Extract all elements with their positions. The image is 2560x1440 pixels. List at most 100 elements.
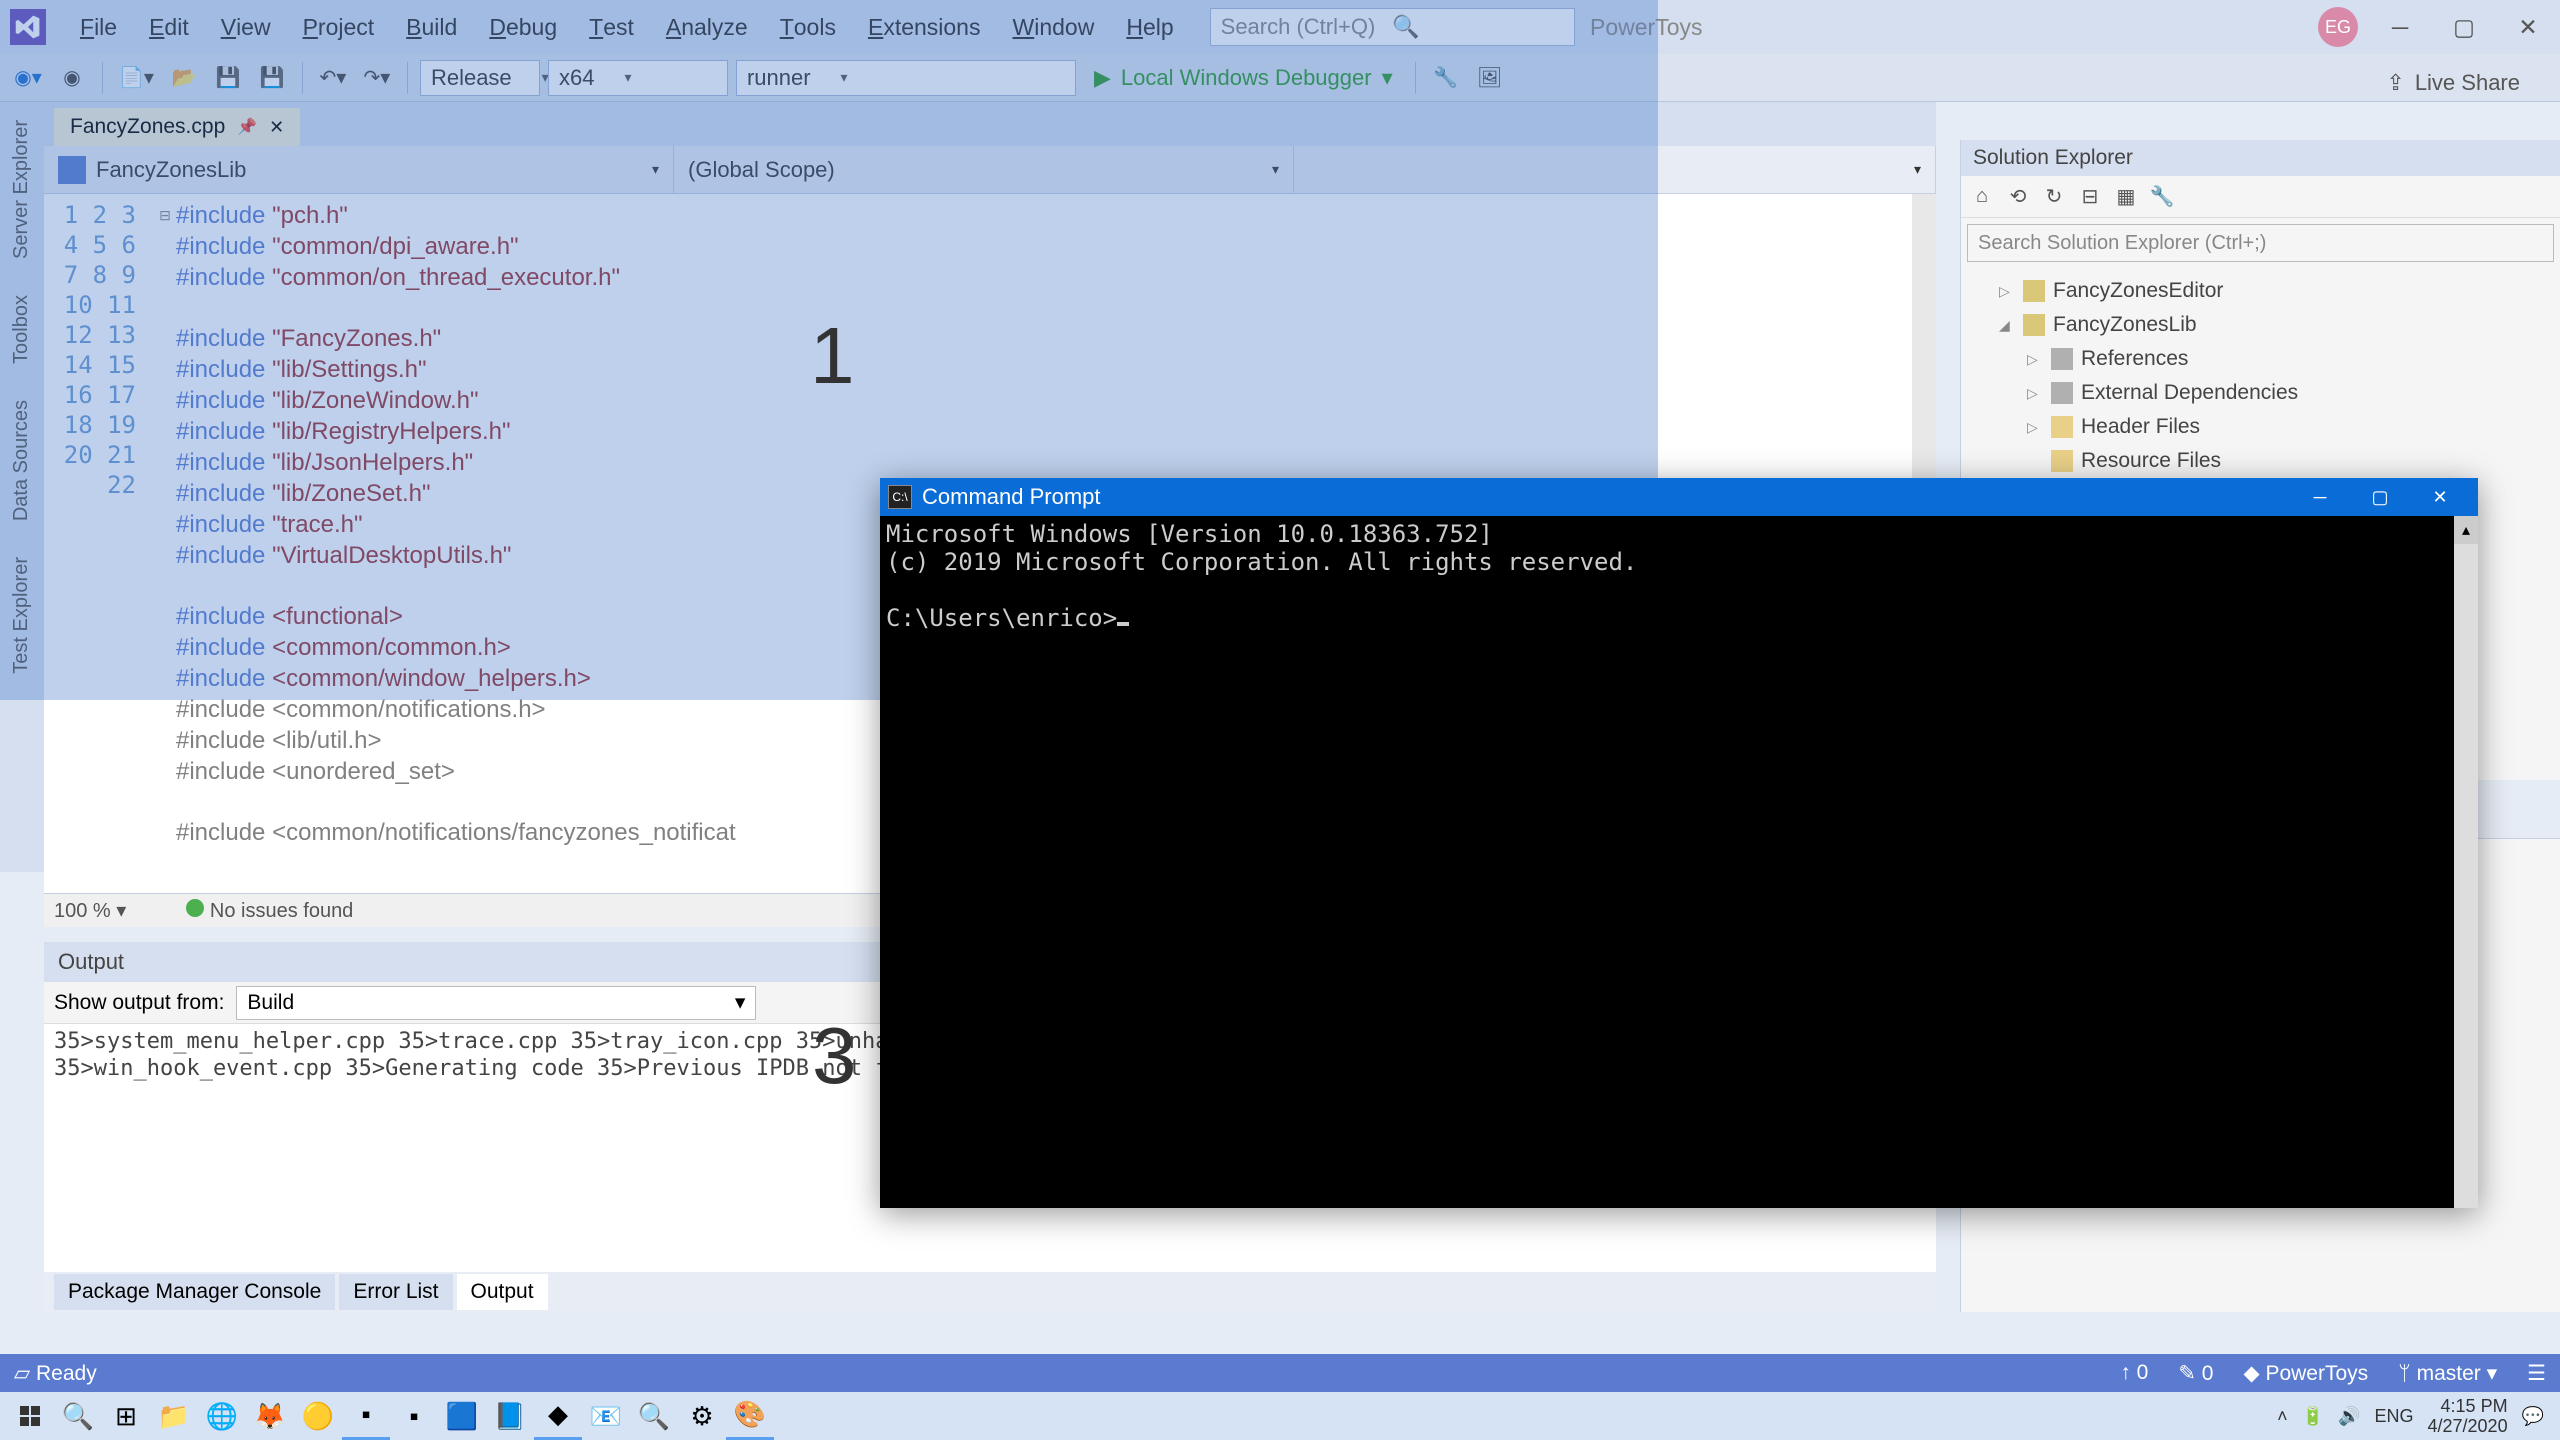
sync-icon[interactable]: ⟲ bbox=[2005, 184, 2031, 210]
close-button[interactable]: ✕ bbox=[2506, 11, 2550, 43]
maximize-button[interactable]: ▢ bbox=[2442, 11, 2486, 43]
menu-analyze[interactable]: Analyze bbox=[650, 0, 764, 54]
vs-taskbar-icon[interactable]: ◆ bbox=[534, 1392, 582, 1440]
startup-combo[interactable]: runner bbox=[736, 60, 1076, 96]
cmd-close-button[interactable]: ✕ bbox=[2410, 478, 2470, 516]
vs-status-bar: ▱ Ready ↑ 0 ✎ 0 ◆ PowerToys ᛘ master ▾ ☰ bbox=[0, 1354, 2560, 1392]
nav-member-combo[interactable] bbox=[1294, 146, 1936, 193]
doc-tab-fancyzones[interactable]: FancyZones.cpp 📌 ✕ bbox=[54, 108, 300, 146]
tree-item-external-dependencies[interactable]: ▷External Dependencies bbox=[1971, 376, 2550, 410]
config-combo[interactable]: Release bbox=[420, 60, 540, 96]
live-share-button[interactable]: ⇪ Live Share bbox=[2386, 70, 2520, 96]
save-all-icon[interactable]: 💾 bbox=[254, 60, 290, 96]
app-icon[interactable]: 🔍 bbox=[630, 1392, 678, 1440]
battery-icon[interactable]: 🔋 bbox=[2302, 1406, 2324, 1427]
minimize-button[interactable]: ─ bbox=[2378, 11, 2422, 43]
tb-misc-icon[interactable]: 🔧 bbox=[1428, 60, 1464, 96]
menu-debug[interactable]: Debug bbox=[473, 0, 573, 54]
solution-tree[interactable]: ▷FancyZonesEditor◢FancyZonesLib▷Referenc… bbox=[1961, 268, 2560, 484]
editor-nav-bar: FancyZonesLib (Global Scope) bbox=[44, 146, 1936, 194]
changes-icon[interactable]: ✎ 0 bbox=[2178, 1361, 2213, 1386]
save-icon[interactable]: 💾 bbox=[210, 60, 246, 96]
publish-icon[interactable]: ↑ 0 bbox=[2120, 1361, 2148, 1385]
nav-scope-combo[interactable]: (Global Scope) bbox=[674, 146, 1294, 193]
task-view-icon[interactable]: ⊞ bbox=[102, 1392, 150, 1440]
start-debug-button[interactable]: Local Windows Debugger ▾ bbox=[1084, 65, 1403, 91]
repo-indicator[interactable]: ◆ PowerToys bbox=[2243, 1361, 2368, 1386]
user-avatar[interactable]: EG bbox=[2318, 7, 2358, 47]
menu-edit[interactable]: Edit bbox=[133, 0, 205, 54]
vscode-icon[interactable]: 📘 bbox=[486, 1392, 534, 1440]
close-tab-icon[interactable]: ✕ bbox=[269, 117, 284, 138]
powertoys-taskbar-icon[interactable]: 🎨 bbox=[726, 1392, 774, 1440]
chrome-icon[interactable]: 🟡 bbox=[294, 1392, 342, 1440]
show-all-icon[interactable]: ▦ bbox=[2113, 184, 2139, 210]
terminal-icon[interactable]: ▪ bbox=[390, 1392, 438, 1440]
notifications-icon[interactable]: 💬 bbox=[2522, 1406, 2544, 1427]
cmd-titlebar[interactable]: C:\ Command Prompt ─ ▢ ✕ bbox=[880, 478, 2478, 516]
menu-file[interactable]: File bbox=[64, 0, 133, 54]
cmd-scrollbar[interactable]: ▴ bbox=[2454, 516, 2478, 1208]
menu-view[interactable]: View bbox=[205, 0, 287, 54]
cmd-minimize-button[interactable]: ─ bbox=[2290, 478, 2350, 516]
tree-item-header-files[interactable]: ▷Header Files bbox=[1971, 410, 2550, 444]
menu-tools[interactable]: Tools bbox=[764, 0, 852, 54]
cmd-terminal[interactable]: Microsoft Windows [Version 10.0.18363.75… bbox=[880, 516, 2478, 636]
nav-project-combo[interactable]: FancyZonesLib bbox=[44, 146, 674, 193]
menu-window[interactable]: Window bbox=[996, 0, 1110, 54]
left-tab-server-explorer[interactable]: Server Explorer bbox=[0, 102, 44, 277]
pin-icon[interactable]: 📌 bbox=[237, 117, 257, 137]
tree-item-references[interactable]: ▷References bbox=[1971, 342, 2550, 376]
tree-item-fancyzoneseditor[interactable]: ▷FancyZonesEditor bbox=[1971, 274, 2550, 308]
quick-search-input[interactable]: Search (Ctrl+Q) 🔍 bbox=[1210, 8, 1575, 46]
menu-extensions[interactable]: Extensions bbox=[852, 0, 997, 54]
search-icon[interactable]: 🔍 bbox=[54, 1392, 102, 1440]
main-toolbar: ◉▾ ◉ 📄▾ 📂 💾 💾 ↶▾ ↷▾ Release x64 runner L… bbox=[0, 54, 2560, 102]
solution-search-input[interactable]: Search Solution Explorer (Ctrl+;) bbox=[1967, 224, 2554, 262]
open-icon[interactable]: 📂 bbox=[166, 60, 202, 96]
new-project-icon[interactable]: 📄▾ bbox=[115, 60, 158, 96]
firefox-icon[interactable]: 🦊 bbox=[246, 1392, 294, 1440]
volume-icon[interactable]: 🔊 bbox=[2338, 1406, 2360, 1427]
menu-project[interactable]: Project bbox=[287, 0, 391, 54]
left-tab-test-explorer[interactable]: Test Explorer bbox=[0, 539, 44, 692]
menu-help[interactable]: Help bbox=[1110, 0, 1189, 54]
outlook-icon[interactable]: 📧 bbox=[582, 1392, 630, 1440]
redo-icon[interactable]: ↷▾ bbox=[359, 60, 395, 96]
powershell-icon[interactable]: 🟦 bbox=[438, 1392, 486, 1440]
output-source-combo[interactable]: Build bbox=[236, 986, 756, 1020]
edge-icon[interactable]: 🌐 bbox=[198, 1392, 246, 1440]
bottom-tab-package-manager-console[interactable]: Package Manager Console bbox=[54, 1274, 335, 1310]
undo-icon[interactable]: ↶▾ bbox=[315, 60, 351, 96]
menu-test[interactable]: Test bbox=[573, 0, 650, 54]
explorer-icon[interactable]: 📁 bbox=[150, 1392, 198, 1440]
menu-build[interactable]: Build bbox=[390, 0, 473, 54]
left-tab-data-sources[interactable]: Data Sources bbox=[0, 382, 44, 539]
home-icon[interactable]: ⌂ bbox=[1969, 184, 1995, 210]
tray-chevron-icon[interactable]: ˄ bbox=[2277, 1406, 2288, 1427]
tb-misc-icon[interactable]: 🖼 bbox=[1472, 60, 1508, 96]
tree-item-fancyzoneslib[interactable]: ◢FancyZonesLib bbox=[1971, 308, 2550, 342]
left-tab-toolbox[interactable]: Toolbox bbox=[0, 277, 44, 382]
nav-fwd-icon[interactable]: ◉ bbox=[54, 60, 90, 96]
cmd-icon: C:\ bbox=[888, 485, 912, 509]
branch-indicator[interactable]: ᛘ master ▾ bbox=[2398, 1361, 2497, 1386]
feedback-icon[interactable]: ☰ bbox=[2527, 1361, 2546, 1386]
start-button[interactable] bbox=[6, 1392, 54, 1440]
command-prompt-window[interactable]: C:\ Command Prompt ─ ▢ ✕ Microsoft Windo… bbox=[880, 478, 2478, 1208]
language-indicator[interactable]: ENG bbox=[2374, 1406, 2413, 1427]
bottom-tab-output[interactable]: Output bbox=[457, 1274, 548, 1310]
zoom-combo[interactable]: 100 % ▾ bbox=[54, 898, 126, 923]
bottom-tab-error-list[interactable]: Error List bbox=[339, 1274, 452, 1310]
app-icon[interactable]: ⚙ bbox=[678, 1392, 726, 1440]
clock[interactable]: 4:15 PM 4/27/2020 bbox=[2428, 1396, 2508, 1436]
collapse-icon[interactable]: ⊟ bbox=[2077, 184, 2103, 210]
platform-combo[interactable]: x64 bbox=[548, 60, 728, 96]
tree-item-resource-files[interactable]: Resource Files bbox=[1971, 444, 2550, 478]
cmd-maximize-button[interactable]: ▢ bbox=[2350, 478, 2410, 516]
nav-back-icon[interactable]: ◉▾ bbox=[10, 60, 46, 96]
refresh-icon[interactable]: ↻ bbox=[2041, 184, 2067, 210]
cmd-taskbar-icon[interactable]: ▪ bbox=[342, 1392, 390, 1440]
scroll-up-icon[interactable]: ▴ bbox=[2454, 516, 2478, 544]
properties-icon[interactable]: 🔧 bbox=[2149, 184, 2175, 210]
